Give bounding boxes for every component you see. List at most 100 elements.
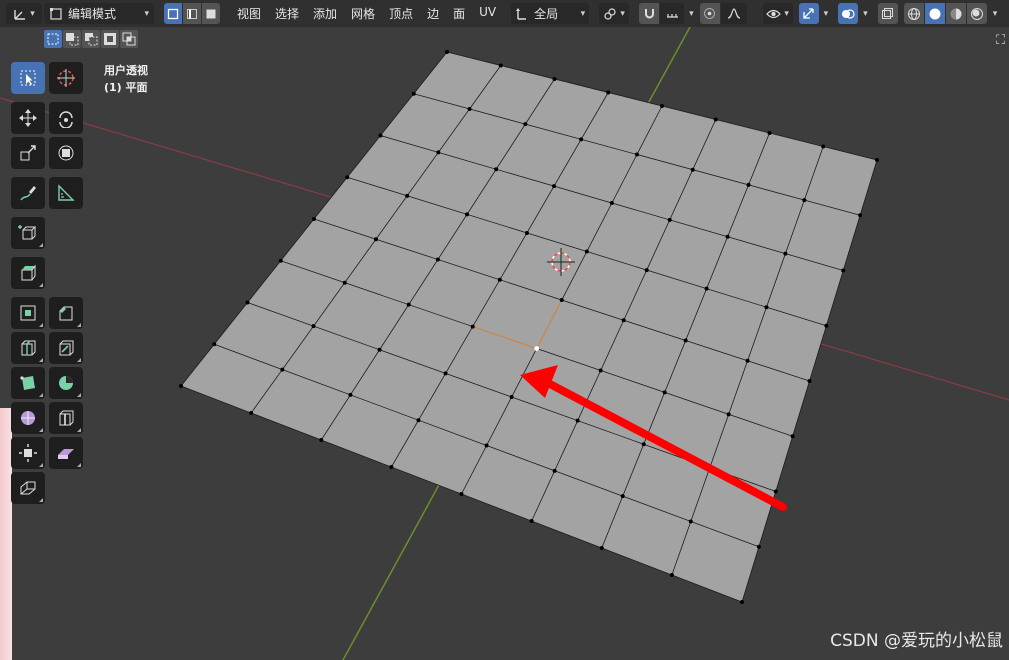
mesh-vertex[interactable] xyxy=(484,443,489,448)
mesh-vertex[interactable] xyxy=(435,257,440,262)
mesh-vertex[interactable] xyxy=(644,268,649,273)
mesh-vertex[interactable] xyxy=(773,489,778,494)
xray-toggle[interactable] xyxy=(877,3,898,24)
mesh-vertex[interactable] xyxy=(465,212,470,217)
mesh-vertex[interactable] xyxy=(621,318,626,323)
mesh-vertex[interactable] xyxy=(319,438,324,442)
mesh-vertex[interactable] xyxy=(498,63,503,68)
mesh-vertex[interactable] xyxy=(579,137,584,142)
mesh-vertex[interactable] xyxy=(598,368,603,373)
mesh-vertex[interactable] xyxy=(660,104,664,108)
select-invert-button[interactable] xyxy=(101,30,119,48)
selected-vertex[interactable] xyxy=(534,346,540,351)
mesh-vertex[interactable] xyxy=(606,90,611,95)
proportional-editing-toggle[interactable] xyxy=(699,3,720,24)
mesh-vertex[interactable] xyxy=(667,217,672,222)
mesh-vertex[interactable] xyxy=(599,546,604,550)
mesh-vertex[interactable] xyxy=(459,492,464,496)
mesh-vertex[interactable] xyxy=(841,268,846,273)
overlays-toggle[interactable] xyxy=(838,3,859,24)
mesh-vertex[interactable] xyxy=(389,465,394,469)
select-subtract-button[interactable] xyxy=(82,30,100,48)
mesh-vertex[interactable] xyxy=(783,251,788,256)
mesh-vertex[interactable] xyxy=(807,379,812,383)
mesh-vertex[interactable] xyxy=(497,277,502,282)
mesh-vertex[interactable] xyxy=(634,152,639,157)
plane-face[interactable] xyxy=(181,52,877,602)
visibility-dropdown[interactable]: ▾ xyxy=(762,3,793,24)
mesh-vertex[interactable] xyxy=(249,411,254,415)
mesh-vertex[interactable] xyxy=(683,338,688,343)
mesh-vertex[interactable] xyxy=(552,184,557,189)
mesh-vertex[interactable] xyxy=(280,367,285,372)
mesh-vertex[interactable] xyxy=(745,358,750,363)
mesh-vertex[interactable] xyxy=(824,323,829,328)
edge-slide-tool[interactable] xyxy=(49,402,83,434)
mesh-vertex[interactable] xyxy=(470,324,475,329)
vertex-select-button[interactable] xyxy=(164,3,182,24)
select-intersect-button[interactable] xyxy=(120,30,138,48)
mesh-vertex[interactable] xyxy=(212,342,217,347)
extrude-tool[interactable] xyxy=(11,257,45,289)
gizmo-toggle[interactable] xyxy=(798,3,819,24)
mesh-vertex[interactable] xyxy=(858,213,863,218)
mesh-vertex[interactable] xyxy=(584,249,589,254)
loop-cut-tool[interactable] xyxy=(11,332,45,364)
pivot-point-dropdown[interactable]: ▾ xyxy=(599,3,630,24)
mesh-vertex[interactable] xyxy=(406,302,411,307)
menu-item[interactable]: 选择 xyxy=(268,5,306,22)
spin-tool[interactable] xyxy=(49,367,83,399)
select-box-tool[interactable] xyxy=(11,62,45,94)
mesh-vertex[interactable] xyxy=(767,131,772,135)
mesh-vertex[interactable] xyxy=(311,324,316,329)
select-new-button[interactable] xyxy=(44,30,62,48)
move-tool[interactable] xyxy=(11,102,45,134)
mesh-vertex[interactable] xyxy=(704,286,709,291)
mesh-vertex[interactable] xyxy=(726,412,731,417)
mesh-vertex[interactable] xyxy=(740,600,744,604)
mesh-vertex[interactable] xyxy=(802,198,807,203)
mesh-vertex[interactable] xyxy=(559,298,564,302)
scale-tool[interactable] xyxy=(11,137,45,169)
mesh-vertex[interactable] xyxy=(725,234,730,239)
mesh-vertex[interactable] xyxy=(345,175,350,180)
mesh-vertex[interactable] xyxy=(609,201,614,205)
solid-shading-button[interactable] xyxy=(924,3,945,24)
mesh-vertex[interactable] xyxy=(278,258,283,263)
mesh-vertex[interactable] xyxy=(348,392,353,397)
mesh-vertex[interactable] xyxy=(690,167,695,172)
mesh-vertex[interactable] xyxy=(509,395,514,399)
navigation-gizmo-icon[interactable]: ⛶ xyxy=(996,33,1005,48)
smooth-tool[interactable] xyxy=(11,402,45,434)
transform-tool[interactable] xyxy=(49,137,83,169)
transform-orientation-dropdown[interactable]: 全局 ▾ xyxy=(511,3,590,24)
menu-item[interactable]: 网格 xyxy=(344,5,382,22)
menu-item[interactable]: 添加 xyxy=(306,5,344,22)
menu-item[interactable]: 面 xyxy=(446,5,472,22)
mesh-vertex[interactable] xyxy=(378,133,383,138)
material-shading-button[interactable] xyxy=(945,3,966,24)
face-select-button[interactable] xyxy=(202,3,220,24)
mesh-vertex[interactable] xyxy=(523,122,528,127)
mesh-vertex[interactable] xyxy=(467,106,472,111)
mesh-vertex[interactable] xyxy=(669,573,674,577)
plane-mesh[interactable] xyxy=(179,50,879,604)
mesh-vertex[interactable] xyxy=(764,305,769,310)
mesh-vertex[interactable] xyxy=(552,468,557,473)
mesh-vertex[interactable] xyxy=(405,193,410,198)
menu-item[interactable]: UV xyxy=(472,5,503,22)
falloff-dropdown[interactable] xyxy=(720,3,747,24)
select-extend-button[interactable] xyxy=(63,30,81,48)
rendered-shading-button[interactable] xyxy=(966,3,987,24)
mesh-vertex[interactable] xyxy=(552,77,557,81)
inset-tool[interactable] xyxy=(11,297,45,329)
mesh-vertex[interactable] xyxy=(756,544,761,549)
snap-target-dropdown[interactable] xyxy=(660,3,685,24)
editor-type-button[interactable]: ▾ xyxy=(6,3,42,24)
mesh-vertex[interactable] xyxy=(524,230,529,235)
mesh-vertex[interactable] xyxy=(746,182,751,187)
mesh-vertex[interactable] xyxy=(445,50,449,54)
mesh-vertex[interactable] xyxy=(245,300,250,305)
mesh-vertex[interactable] xyxy=(373,237,378,242)
mesh-vertex[interactable] xyxy=(662,390,667,395)
